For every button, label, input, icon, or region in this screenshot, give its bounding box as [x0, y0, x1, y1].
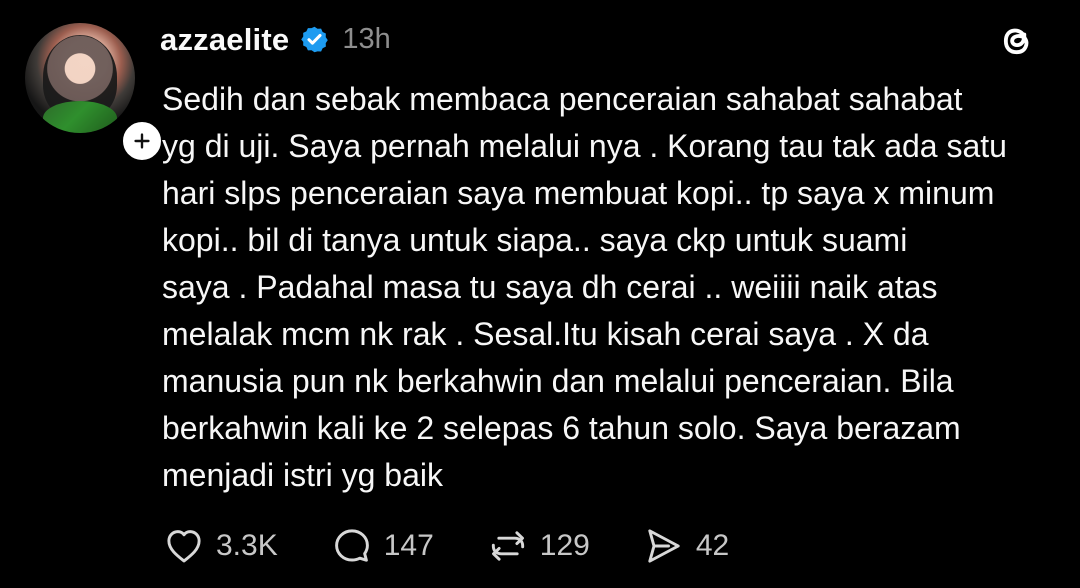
post-header: azzaelite 13h [160, 18, 391, 60]
threads-logo-icon[interactable] [993, 18, 1039, 64]
post-text-line: menjadi istri yg baik [162, 457, 443, 493]
post-actions: 3.3K 147 129 42 [162, 523, 781, 569]
profile-avatar[interactable] [25, 23, 135, 133]
plus-icon [134, 133, 150, 149]
like-button[interactable]: 3.3K [162, 524, 278, 568]
reply-button[interactable]: 147 [330, 524, 434, 568]
send-icon [648, 529, 680, 563]
share-button[interactable]: 42 [642, 524, 729, 568]
post-text-line: hari slps penceraian saya membuat kopi..… [162, 175, 995, 211]
reply-count: 147 [383, 529, 434, 562]
repost-count: 129 [539, 529, 590, 562]
share-count: 42 [695, 529, 730, 562]
post-text-line: manusia pun nk berkahwin dan melalui pen… [162, 363, 954, 399]
post-text-line: melalak mcm nk rak . Sesal.Itu kisah cer… [162, 316, 929, 352]
post-text-line: Sedih dan sebak membaca penceraian sahab… [162, 81, 963, 117]
verified-badge-icon [301, 26, 329, 52]
post-time: 13h [342, 22, 391, 55]
heart-icon [167, 530, 201, 563]
post-text-line: saya . Padahal masa tu saya dh cerai .. … [162, 269, 938, 305]
post-text-line: berkahwin kali ke 2 selepas 6 tahun solo… [162, 410, 961, 446]
follow-button[interactable] [119, 118, 165, 164]
post-text-line: yg di uji. Saya pernah melalui nya . Kor… [162, 128, 1007, 164]
like-count: 3.3K [216, 529, 278, 562]
avatar-container[interactable] [25, 23, 165, 164]
post-text-line: kopi.. bil di tanya untuk siapa.. saya c… [162, 222, 908, 258]
repost-icon [491, 531, 524, 561]
repost-button[interactable]: 129 [486, 524, 590, 568]
thread-post: azzaelite 13h Sedih dan sebak membaca pe… [0, 0, 1080, 588]
username[interactable]: azzaelite [160, 24, 289, 55]
post-text: Sedih dan sebak membaca penceraian sahab… [162, 76, 1062, 499]
comment-icon [334, 529, 369, 562]
